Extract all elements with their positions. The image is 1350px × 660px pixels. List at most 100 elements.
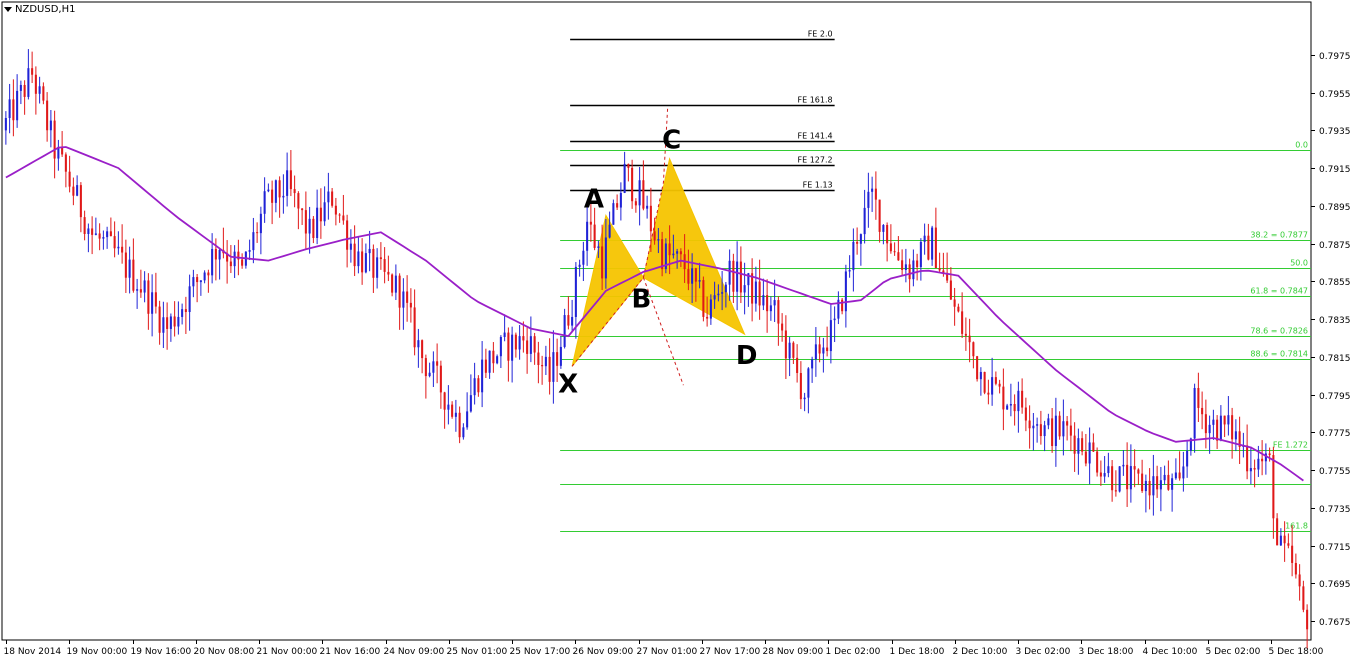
bull-candle: [49, 120, 52, 131]
bear-candle: [631, 167, 634, 202]
bull-candle: [773, 300, 776, 306]
bull-candle: [931, 227, 934, 260]
bear-candle: [987, 392, 990, 395]
bull-candle: [447, 404, 450, 410]
bull-candle: [323, 202, 326, 222]
bull-candle: [1062, 421, 1065, 437]
bear-candle: [68, 171, 71, 187]
bear-candle: [961, 311, 964, 334]
fib-level-label: 38.2 = 0.7877: [1250, 231, 1308, 240]
x-axis-label: 27 Nov 01:00: [637, 647, 698, 657]
bull-candle: [76, 185, 79, 196]
bull-candle: [904, 264, 907, 270]
bear-candle: [319, 207, 322, 222]
bull-candle: [848, 270, 851, 272]
bull-candle: [286, 170, 289, 196]
bear-candle: [139, 289, 142, 293]
bear-candle: [383, 259, 386, 272]
bull-candle: [803, 397, 806, 400]
bear-candle: [514, 334, 517, 350]
x-axis-label: 21 Nov 16:00: [320, 647, 381, 657]
bear-candle: [826, 347, 829, 352]
bear-candle: [1178, 472, 1181, 479]
bull-candle: [578, 264, 581, 267]
bull-candle: [728, 260, 731, 285]
y-axis-label: 0.7895: [1319, 203, 1350, 213]
bear-candle: [938, 268, 941, 271]
bull-candle: [833, 318, 836, 321]
bull-candle: [919, 241, 922, 268]
y-axis-label: 0.7795: [1319, 392, 1350, 402]
bull-candle: [788, 342, 791, 359]
bear-candle: [1141, 473, 1144, 492]
pattern-point-label-c: C: [662, 126, 681, 156]
bear-candle: [526, 340, 529, 354]
bull-candle: [717, 293, 720, 296]
bear-candle: [897, 252, 900, 261]
bear-candle: [79, 185, 82, 218]
bear-candle: [372, 248, 375, 278]
fib-level-label: 50.0: [1290, 259, 1308, 268]
bear-candle: [589, 221, 592, 225]
bear-candle: [42, 86, 45, 101]
bull-candle: [1088, 442, 1091, 464]
bull-candle: [102, 237, 105, 239]
bear-candle: [166, 317, 169, 329]
bear-candle: [46, 100, 49, 131]
bull-candle: [349, 243, 352, 250]
bear-candle: [784, 330, 787, 359]
bear-candle: [297, 193, 300, 209]
bear-candle: [1137, 469, 1140, 474]
bear-candle: [649, 205, 652, 232]
bear-candle: [1133, 466, 1136, 470]
bear-candle: [972, 342, 975, 357]
y-axis-label: 0.7815: [1319, 354, 1350, 364]
bear-candle: [301, 208, 304, 211]
bull-candle: [608, 224, 611, 238]
bear-candle: [796, 357, 799, 374]
bear-candle: [241, 259, 244, 266]
bull-candle: [1163, 474, 1166, 481]
bear-candle: [732, 260, 735, 292]
bear-candle: [661, 239, 664, 270]
bear-candle: [31, 68, 34, 75]
bear-candle: [616, 203, 619, 208]
bull-candle: [488, 350, 491, 373]
bear-candle: [53, 120, 56, 159]
bear-candle: [361, 251, 364, 273]
fe-level-label: FE 2.0: [808, 30, 833, 39]
bull-candle: [844, 271, 847, 312]
bear-candle: [1276, 518, 1279, 546]
bull-candle: [563, 315, 566, 347]
dropdown-triangle-icon[interactable]: [4, 7, 12, 12]
bear-candle: [64, 154, 67, 172]
bear-candle: [109, 231, 112, 237]
bull-candle: [218, 249, 221, 260]
x-axis-label: 3 Dec 18:00: [1079, 647, 1134, 657]
y-axis-label: 0.7695: [1319, 580, 1350, 590]
bull-candle: [612, 203, 615, 225]
bear-candle: [34, 74, 37, 94]
bear-candle: [98, 233, 101, 239]
pattern-point-label-b: B: [631, 285, 651, 315]
fe-level-label: FE 1.13: [803, 181, 833, 190]
bull-candle: [233, 251, 236, 267]
bull-candle: [691, 268, 694, 284]
bear-candle: [1126, 464, 1129, 490]
bear-candle: [1167, 474, 1170, 490]
bear-candle: [477, 378, 480, 393]
bear-candle: [927, 235, 930, 260]
bull-candle: [807, 368, 810, 398]
price-chart[interactable]: 0.7975 0.7955 0.7935 0.7915 0.7895 0.7875 0.78…: [0, 0, 1350, 660]
bear-candle: [679, 251, 682, 255]
bull-candle: [619, 192, 622, 208]
bull-candle: [1279, 535, 1282, 546]
bear-candle: [1099, 472, 1102, 477]
bear-candle: [706, 316, 709, 319]
bull-candle: [574, 266, 577, 317]
bear-candle: [1298, 574, 1301, 587]
bear-candle: [484, 359, 487, 373]
bear-candle: [443, 392, 446, 410]
pattern-point-label-x: X: [558, 369, 578, 399]
bull-candle: [428, 372, 431, 377]
